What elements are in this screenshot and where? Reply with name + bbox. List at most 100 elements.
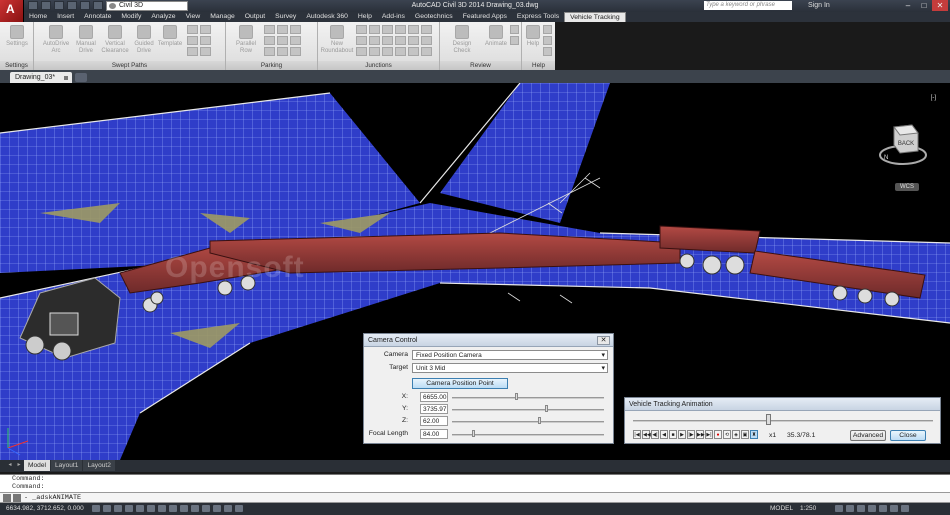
save-icon[interactable] xyxy=(54,1,64,10)
review-tool-icon[interactable] xyxy=(510,25,519,34)
annotation-visibility-icon[interactable] xyxy=(835,505,843,512)
ribbon-tab-home[interactable]: Home xyxy=(24,12,52,22)
isolate-icon[interactable] xyxy=(879,505,887,512)
playback-control-icon[interactable]: ◀◀ xyxy=(642,430,651,439)
new-roundabout-button[interactable]: New Roundabout xyxy=(320,25,354,55)
command-input[interactable]: - _adskANIMATE xyxy=(24,494,81,502)
ribbon-tab-autodesk-360[interactable]: Autodesk 360 xyxy=(301,12,353,22)
junction-tool-icon[interactable] xyxy=(356,25,367,34)
playback-control-icon[interactable]: ■ xyxy=(669,430,677,439)
junction-tool-icon[interactable] xyxy=(408,36,419,45)
design-check-button[interactable]: Design Check xyxy=(444,25,480,55)
print-icon[interactable] xyxy=(80,1,90,10)
hardware-icon[interactable] xyxy=(890,505,898,512)
junction-tool-icon[interactable] xyxy=(395,47,406,56)
ribbon-tab-help[interactable]: Help xyxy=(353,12,377,22)
junction-tool-icon[interactable] xyxy=(369,47,380,56)
otrack-icon[interactable] xyxy=(158,505,166,512)
clean-screen-icon[interactable] xyxy=(901,505,909,512)
playback-control-icon[interactable]: ◀ xyxy=(660,430,668,439)
autodrive-arc-button[interactable]: AutoDrive Arc xyxy=(42,25,70,55)
parking-tool-icon[interactable] xyxy=(264,36,275,45)
parking-tool-icon[interactable] xyxy=(290,25,301,34)
junction-tool-icon[interactable] xyxy=(369,36,380,45)
camera-field-slider-track[interactable] xyxy=(452,397,604,399)
undo-icon[interactable] xyxy=(93,1,103,10)
application-menu-button[interactable]: A xyxy=(0,0,24,22)
camera-field-slider-thumb[interactable] xyxy=(537,417,541,424)
vertical-clearance-button[interactable]: Vertical Clearance xyxy=(101,25,129,55)
am-icon[interactable] xyxy=(235,505,243,512)
ribbon-tab-add-ins[interactable]: Add-ins xyxy=(377,12,410,22)
junction-tool-icon[interactable] xyxy=(408,25,419,34)
ribbon-tab-survey[interactable]: Survey xyxy=(270,12,301,22)
path-tool-icon[interactable] xyxy=(200,47,211,56)
ribbon-tab-analyze[interactable]: Analyze xyxy=(146,12,180,22)
transparency-icon[interactable] xyxy=(202,505,210,512)
parking-tool-icon[interactable] xyxy=(290,47,301,56)
junction-tool-icon[interactable] xyxy=(382,36,393,45)
save-as-icon[interactable] xyxy=(67,1,77,10)
playback-control-icon[interactable]: ⟲ xyxy=(723,430,731,439)
command-line[interactable]: - _adskANIMATE xyxy=(0,492,950,503)
junction-tool-icon[interactable] xyxy=(421,25,432,34)
parking-tool-icon[interactable] xyxy=(290,36,301,45)
help-tool-icon[interactable] xyxy=(543,36,552,45)
camera-field-input[interactable]: 84.00 xyxy=(420,429,448,439)
camera-field-slider-thumb[interactable] xyxy=(515,393,518,400)
junction-tool-icon[interactable] xyxy=(369,25,380,34)
tab-nav-left-icon[interactable]: ◂ xyxy=(6,460,14,471)
polar-icon[interactable] xyxy=(125,505,133,512)
new-file-icon[interactable] xyxy=(28,1,38,10)
animation-timeline-slider[interactable] xyxy=(766,414,772,425)
search-input[interactable]: Type a keyword or phrase xyxy=(704,1,792,10)
document-tab[interactable]: Drawing_03* xyxy=(10,72,72,83)
grid-icon[interactable] xyxy=(103,505,111,512)
playback-control-icon[interactable]: ▶| xyxy=(705,430,713,439)
playback-control-icon[interactable]: ◈ xyxy=(732,430,740,439)
playback-control-icon[interactable]: |▶ xyxy=(687,430,695,439)
junction-tool-icon[interactable] xyxy=(408,47,419,56)
playback-control-icon[interactable]: ● xyxy=(714,430,722,439)
viewport-controls[interactable]: [-] xyxy=(931,95,936,101)
playback-control-icon[interactable]: ▣ xyxy=(741,430,749,439)
ribbon-tab-modify[interactable]: Modify xyxy=(116,12,146,22)
junction-tool-icon[interactable] xyxy=(382,47,393,56)
tab-layout2[interactable]: Layout2 xyxy=(83,460,115,471)
playback-control-icon[interactable]: ◀| xyxy=(651,430,659,439)
help-button[interactable]: Help xyxy=(524,25,542,48)
camera-field-slider-track[interactable] xyxy=(452,409,604,411)
viewcube[interactable]: BACK N xyxy=(878,121,928,167)
close-window-icon[interactable]: ✕ xyxy=(932,0,948,11)
snap-icon[interactable] xyxy=(92,505,100,512)
new-tab-icon[interactable] xyxy=(75,73,87,82)
camera-field-input[interactable]: 3735.97 xyxy=(420,404,448,414)
junction-tool-icon[interactable] xyxy=(382,25,393,34)
camera-select[interactable]: Fixed Position Camera xyxy=(412,350,608,360)
review-tool-icon[interactable] xyxy=(510,36,519,45)
target-select[interactable]: Unit 3 Mid xyxy=(412,363,608,373)
path-tool-icon[interactable] xyxy=(200,25,211,34)
path-tool-icon[interactable] xyxy=(187,36,198,45)
ribbon-tab-geotechnics[interactable]: Geotechnics xyxy=(410,12,458,22)
osnap-icon[interactable] xyxy=(136,505,144,512)
sc-icon[interactable] xyxy=(224,505,232,512)
annotation-scale[interactable]: 1:250 xyxy=(800,503,816,515)
ribbon-tab-annotate[interactable]: Annotate xyxy=(79,12,116,22)
camera-position-point-button[interactable]: Camera Position Point xyxy=(412,378,508,389)
camera-field-input[interactable]: 6655.00 xyxy=(420,392,448,402)
ribbon-tab-view[interactable]: View xyxy=(181,12,206,22)
camera-dialog-close-button[interactable]: ✕ xyxy=(597,336,610,345)
junction-tool-icon[interactable] xyxy=(395,36,406,45)
open-file-icon[interactable] xyxy=(41,1,51,10)
playback-control-icon[interactable]: |◀ xyxy=(633,430,641,439)
parallel-row-button[interactable]: Parallel Row xyxy=(232,25,260,55)
wcs-menu[interactable]: WCS xyxy=(895,183,919,191)
parking-tool-icon[interactable] xyxy=(264,25,275,34)
sign-in-link[interactable]: Sign In xyxy=(808,2,830,9)
close-command-icon[interactable] xyxy=(3,494,11,502)
lock-icon[interactable] xyxy=(868,505,876,512)
manual-drive-button[interactable]: Manual Drive xyxy=(72,25,100,55)
junction-tool-icon[interactable] xyxy=(356,47,367,56)
ribbon-tab-output[interactable]: Output xyxy=(240,12,270,22)
